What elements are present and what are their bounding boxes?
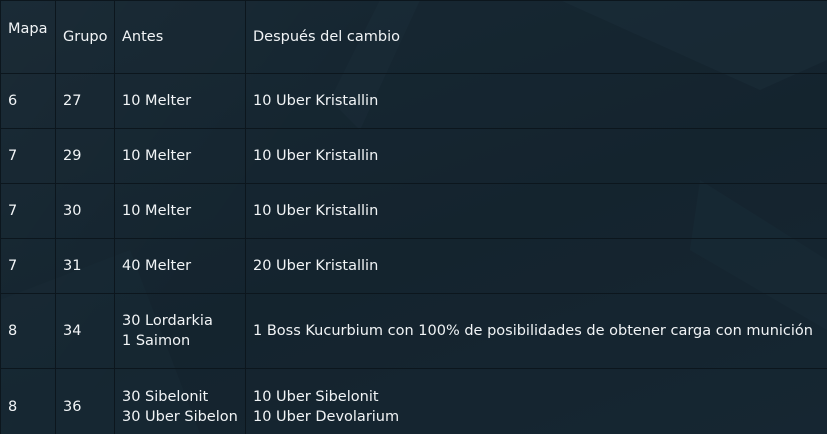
table-row: 6 27 10 Melter 10 Uber Kristallin (0, 73, 827, 129)
cell-despues: 10 Uber Kristallin (245, 73, 827, 129)
cell-antes-line: 30 Lordarkia (122, 313, 213, 329)
cell-despues-line: 10 Uber Sibelonit (253, 389, 379, 405)
cell-antes: 10 Melter (114, 73, 246, 129)
cell-despues: 10 Uber Kristallin (245, 128, 827, 184)
cell-antes-line: 30 Sibelonit (122, 389, 209, 405)
table-header-row: Mapa Grupo Antes Después del cambio (0, 0, 827, 74)
cell-mapa: 6 (0, 73, 56, 129)
cell-despues-line: 20 Uber Kristallin (253, 258, 379, 274)
table-row: 8 34 30 Lordarkia 1 Saimon 1 Boss Kucurb… (0, 293, 827, 369)
cell-despues-line: 10 Uber Kristallin (253, 93, 379, 109)
cell-despues: 1 Boss Kucurbium con 100% de posibilidad… (245, 293, 827, 369)
header-despues: Después del cambio (245, 0, 827, 74)
cell-despues-line: 10 Uber Devolarium (253, 409, 400, 425)
cell-mapa: 7 (0, 183, 56, 239)
table-row: 8 36 30 Sibelonit 30 Uber Sibelon 10 Ube… (0, 368, 827, 434)
cell-despues: 10 Uber Kristallin (245, 183, 827, 239)
cell-despues-line: 1 Boss Kucurbium con 100% de posibilidad… (253, 323, 813, 339)
changes-table: Mapa Grupo Antes Después del cambio 6 27… (0, 0, 827, 434)
cell-antes: 10 Melter (114, 183, 246, 239)
cell-despues: 20 Uber Kristallin (245, 238, 827, 294)
cell-mapa: 8 (0, 368, 56, 434)
cell-grupo: 30 (55, 183, 115, 239)
header-antes: Antes (114, 0, 246, 74)
cell-antes-line: 10 Melter (122, 148, 192, 164)
cell-antes: 30 Sibelonit 30 Uber Sibelon (114, 368, 246, 434)
cell-antes-line: 10 Melter (122, 93, 192, 109)
table-row: 7 30 10 Melter 10 Uber Kristallin (0, 183, 827, 239)
header-mapa: Mapa (0, 0, 56, 74)
cell-antes-line: 1 Saimon (122, 333, 191, 349)
cell-mapa: 7 (0, 238, 56, 294)
table-row: 7 31 40 Melter 20 Uber Kristallin (0, 238, 827, 294)
cell-antes: 30 Lordarkia 1 Saimon (114, 293, 246, 369)
cell-mapa: 7 (0, 128, 56, 184)
cell-grupo: 31 (55, 238, 115, 294)
cell-grupo: 36 (55, 368, 115, 434)
cell-mapa: 8 (0, 293, 56, 369)
header-grupo: Grupo (55, 0, 115, 74)
cell-despues-line: 10 Uber Kristallin (253, 203, 379, 219)
cell-grupo: 34 (55, 293, 115, 369)
cell-antes-line: 40 Melter (122, 258, 192, 274)
cell-antes-line: 30 Uber Sibelon (122, 409, 238, 425)
cell-antes: 10 Melter (114, 128, 246, 184)
cell-antes-line: 10 Melter (122, 203, 192, 219)
cell-grupo: 29 (55, 128, 115, 184)
cell-despues-line: 10 Uber Kristallin (253, 148, 379, 164)
cell-grupo: 27 (55, 73, 115, 129)
page-background: Mapa Grupo Antes Después del cambio 6 27… (0, 0, 827, 434)
cell-despues: 10 Uber Sibelonit 10 Uber Devolarium (245, 368, 827, 434)
cell-antes: 40 Melter (114, 238, 246, 294)
table-row: 7 29 10 Melter 10 Uber Kristallin (0, 128, 827, 184)
